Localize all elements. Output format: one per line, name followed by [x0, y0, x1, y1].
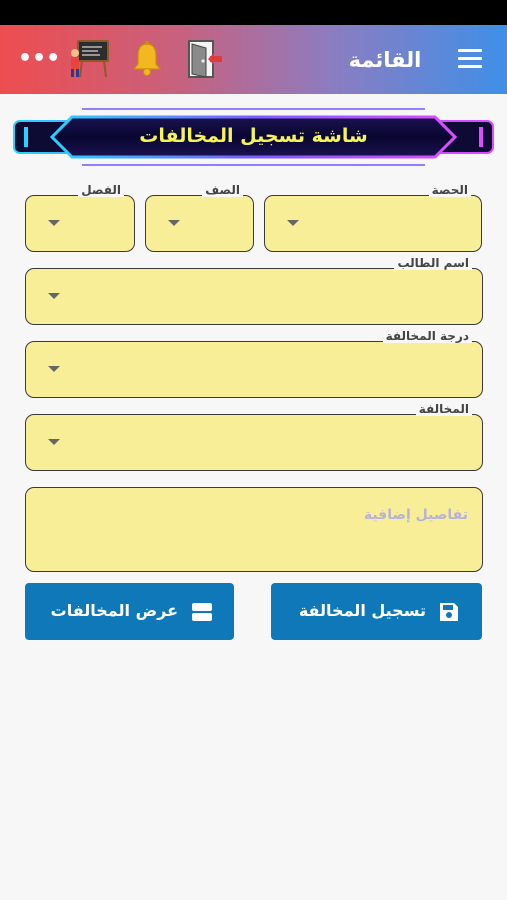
page-title-banner: شاشة تسجيل المخالفات	[12, 107, 495, 167]
violation-degree-select[interactable]: درجة المخالفة	[25, 329, 483, 398]
status-bar	[0, 0, 507, 25]
grade-select[interactable]: الصف	[145, 183, 254, 252]
teacher-board-icon[interactable]	[68, 39, 110, 79]
period-label: الحصة	[428, 183, 471, 197]
more-dots-icon[interactable]: •••	[18, 44, 60, 74]
app-title: القائمة	[348, 48, 422, 72]
student-name-label: اسم الطالب	[394, 256, 472, 270]
chevron-down-icon	[48, 293, 60, 299]
bell-icon[interactable]	[132, 41, 162, 77]
student-name-select[interactable]: اسم الطالب	[25, 256, 483, 325]
register-violation-button[interactable]: تسجيل المخالفة	[271, 583, 482, 640]
view-button-label: عرض المخالفات	[50, 601, 178, 620]
violation-select[interactable]: المخالفة	[25, 402, 483, 471]
view-violations-button[interactable]: عرض المخالفات	[25, 583, 234, 640]
class-select[interactable]: الفصل	[25, 183, 135, 252]
violation-degree-label: درجة المخالفة	[382, 329, 472, 343]
list-icon	[192, 603, 212, 621]
chevron-down-icon	[287, 220, 299, 226]
details-placeholder: تفاصيل إضافية	[363, 507, 468, 523]
hamburger-menu-icon[interactable]	[458, 49, 486, 69]
chevron-down-icon	[48, 220, 60, 226]
chevron-down-icon	[48, 366, 60, 372]
chevron-down-icon	[168, 220, 180, 226]
page-title: شاشة تسجيل المخالفات	[139, 125, 368, 147]
period-select[interactable]: الحصة	[264, 183, 482, 252]
violation-label: المخالفة	[415, 402, 472, 416]
save-icon	[440, 603, 458, 621]
app-bar: ••• القائمة	[0, 25, 507, 94]
register-button-label: تسجيل المخالفة	[298, 601, 426, 620]
class-label: الفصل	[78, 183, 124, 197]
grade-label: الصف	[202, 183, 243, 197]
exit-door-icon[interactable]	[186, 39, 226, 79]
chevron-down-icon	[48, 439, 60, 445]
details-textarea[interactable]: تفاصيل إضافية	[25, 487, 483, 572]
